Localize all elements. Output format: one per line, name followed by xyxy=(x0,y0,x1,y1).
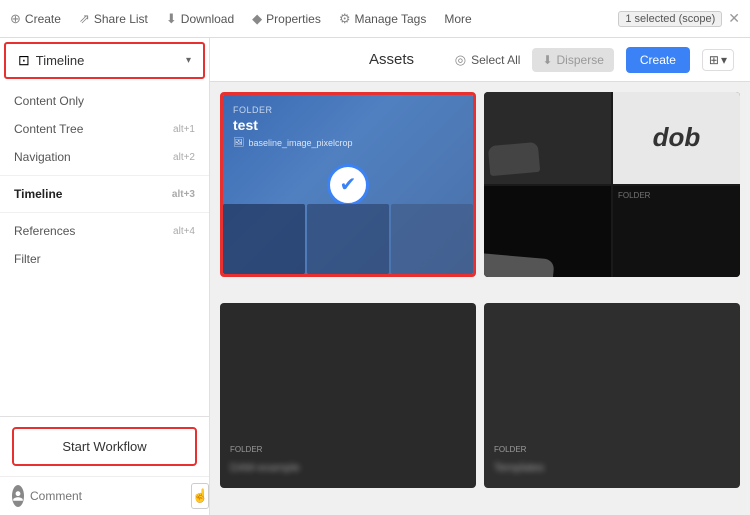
folder-label-3: FOLDER xyxy=(230,445,262,454)
selected-checkmark: ✔ xyxy=(327,164,369,206)
assets-header: Assets ◎ Select All ⬇ Disperse Create ⊞ … xyxy=(210,38,750,82)
asset-card-inner-2: dob FOLDER xyxy=(484,92,740,277)
check-icon: ✔ xyxy=(340,172,357,197)
deselect-button[interactable]: ✕ xyxy=(728,10,740,27)
content-area: Assets ◎ Select All ⬇ Disperse Create ⊞ … xyxy=(210,38,750,515)
folder-name-4: Templates xyxy=(494,462,544,474)
shoes-mosaic: dob FOLDER xyxy=(484,92,740,277)
comment-send-button[interactable]: ☝ xyxy=(191,483,209,509)
file-icon: 🖼 xyxy=(233,137,244,148)
toolbar-manage-tags[interactable]: ⚙ Manage Tags xyxy=(339,11,427,27)
asset-card-test[interactable]: FOLDER test 🖼 baseline_image_pixelcrop ✔ xyxy=(220,92,476,277)
comment-area: ☝ xyxy=(0,476,209,515)
folder-label-1: FOLDER xyxy=(233,105,273,115)
sidebar-item-references[interactable]: References alt+4 xyxy=(0,217,209,245)
image-mosaic xyxy=(223,204,473,274)
sidebar: ⊡ Timeline ▾ Content Only Content Tree a… xyxy=(0,38,210,515)
share-icon: ⇗ xyxy=(79,11,90,27)
view-chevron-icon: ▾ xyxy=(721,53,727,67)
sidebar-bottom: Start Workflow xyxy=(0,416,209,476)
tags-icon: ⚙ xyxy=(339,11,351,27)
properties-icon: ◆ xyxy=(252,11,262,27)
folder-label-2: FOLDER xyxy=(618,191,650,200)
download-icon: ⬇ xyxy=(166,11,177,27)
asset-card-inner-4: FOLDER Templates xyxy=(484,303,740,488)
select-all-button[interactable]: ◎ Select All xyxy=(455,52,521,68)
toolbar-selected-info: 1 selected (scope) ✕ xyxy=(618,10,740,27)
sidebar-item-filter[interactable]: Filter xyxy=(0,245,209,273)
file-info-1: 🖼 baseline_image_pixelcrop xyxy=(233,137,353,148)
disperse-button[interactable]: ⬇ Disperse xyxy=(532,48,613,72)
assets-title: Assets xyxy=(340,51,442,68)
sidebar-item-timeline[interactable]: Timeline alt+3 xyxy=(0,180,209,208)
asset-card-inner: FOLDER test 🖼 baseline_image_pixelcrop ✔ xyxy=(223,95,473,274)
sidebar-timeline-header[interactable]: ⊡ Timeline ▾ xyxy=(4,42,205,79)
toolbar-properties[interactable]: ◆ Properties xyxy=(252,11,321,27)
toolbar-share-list[interactable]: ⇗ Share List xyxy=(79,11,148,27)
create-button[interactable]: Create xyxy=(626,47,690,73)
file-name: baseline_image_pixelcrop xyxy=(248,138,352,148)
sidebar-menu: Content Only Content Tree alt+1 Navigati… xyxy=(0,83,209,416)
assets-grid: FOLDER test 🖼 baseline_image_pixelcrop ✔ xyxy=(210,82,750,515)
toolbar-download[interactable]: ⬇ Download xyxy=(166,11,234,27)
folder-name-1: test xyxy=(233,117,258,133)
sidebar-chevron-icon: ▾ xyxy=(186,55,191,66)
toolbar-more[interactable]: More xyxy=(444,12,471,26)
top-toolbar: ⊕ Create ⇗ Share List ⬇ Download ◆ Prope… xyxy=(0,0,750,38)
timeline-icon: ⊡ xyxy=(18,52,30,69)
main-layout: ⊡ Timeline ▾ Content Only Content Tree a… xyxy=(0,38,750,515)
folder-name-3: DAM-example xyxy=(230,462,300,474)
asset-card-inner-3: FOLDER DAM-example xyxy=(220,303,476,488)
grid-icon: ⊞ xyxy=(709,53,719,67)
toolbar-create[interactable]: ⊕ Create xyxy=(10,11,61,27)
sidebar-separator xyxy=(0,175,209,176)
sidebar-item-navigation[interactable]: Navigation alt+2 xyxy=(0,143,209,171)
asset-card-templates[interactable]: FOLDER Templates xyxy=(484,303,740,488)
selected-badge: 1 selected (scope) xyxy=(618,11,722,27)
create-icon: ⊕ xyxy=(10,11,21,27)
select-all-icon: ◎ xyxy=(455,52,466,68)
comment-input[interactable] xyxy=(30,489,185,503)
folder-label-4: FOLDER xyxy=(494,445,526,454)
disperse-icon: ⬇ xyxy=(542,53,552,67)
send-icon: ☝ xyxy=(192,488,208,504)
avatar xyxy=(12,485,24,507)
start-workflow-button[interactable]: Start Workflow xyxy=(12,427,197,466)
sidebar-item-content-only[interactable]: Content Only xyxy=(0,87,209,115)
sidebar-item-content-tree[interactable]: Content Tree alt+1 xyxy=(0,115,209,143)
asset-card-dam-example[interactable]: FOLDER DAM-example xyxy=(220,303,476,488)
asset-card-dob[interactable]: dob FOLDER xyxy=(484,92,740,277)
sidebar-separator-2 xyxy=(0,212,209,213)
dob-text: dob xyxy=(613,92,740,184)
sidebar-header-label: Timeline xyxy=(36,53,85,68)
view-toggle[interactable]: ⊞ ▾ xyxy=(702,49,734,71)
